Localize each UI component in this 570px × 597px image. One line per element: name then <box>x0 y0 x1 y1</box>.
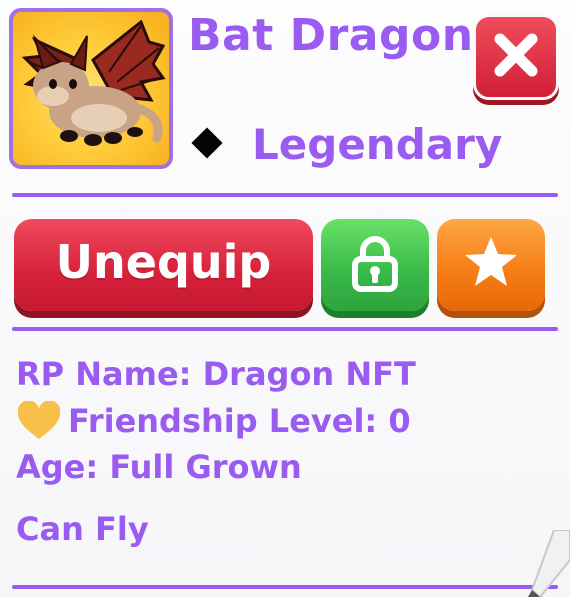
lock-button[interactable] <box>321 219 429 311</box>
bat-dragon-pet-icon <box>21 19 166 146</box>
age-text: Age: Full Grown <box>16 448 302 486</box>
ability-text: Can Fly <box>16 510 149 548</box>
pencil-icon <box>528 530 570 597</box>
rarity-diamond-icon <box>191 127 223 159</box>
unequip-button-label: Unequip <box>55 235 272 289</box>
divider <box>12 193 558 197</box>
divider <box>12 327 558 331</box>
close-button[interactable] <box>473 14 559 100</box>
star-icon <box>465 237 517 286</box>
pet-info-panel: Bat Dragon Legendary Unequip RP Name: Dr… <box>0 0 570 597</box>
unequip-button[interactable]: Unequip <box>14 219 313 311</box>
favorite-button[interactable] <box>437 219 545 311</box>
rarity-label: Legendary <box>252 120 503 169</box>
rp-name-text: RP Name: Dragon NFT <box>16 355 416 393</box>
friendship-level-text: Friendship Level: 0 <box>68 402 411 440</box>
pet-name: Bat Dragon <box>188 10 474 61</box>
heart-icon <box>17 401 61 439</box>
pet-portrait <box>9 8 173 169</box>
close-x-icon <box>494 33 538 77</box>
divider <box>12 585 558 589</box>
padlock-icon <box>352 236 398 292</box>
